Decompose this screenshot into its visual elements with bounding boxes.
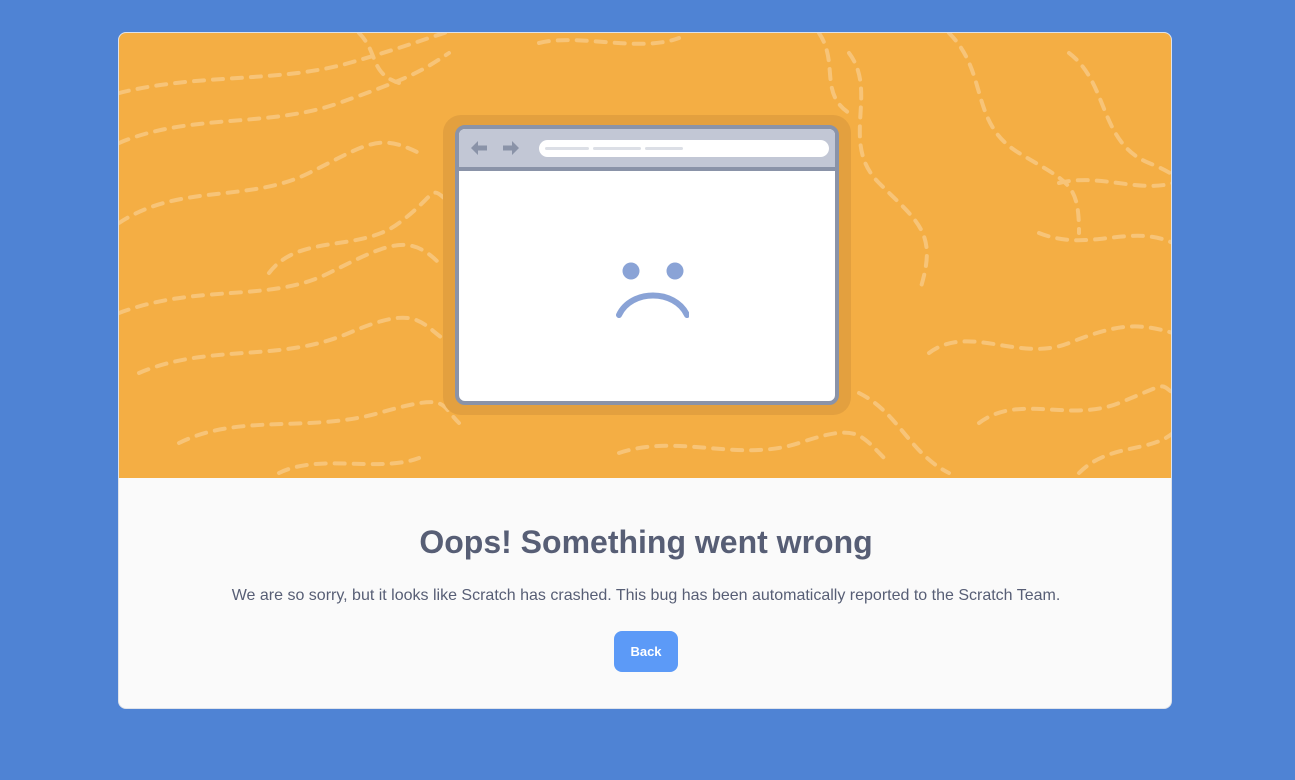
back-arrow-icon bbox=[471, 141, 487, 155]
error-message: We are so sorry, but it looks like Scrat… bbox=[231, 587, 1061, 604]
error-card: Oops! Something went wrong We are so sor… bbox=[118, 32, 1172, 709]
address-bar bbox=[539, 140, 829, 157]
crash-illustration bbox=[119, 33, 1171, 478]
back-button[interactable]: Back bbox=[614, 631, 678, 672]
forward-arrow-icon bbox=[503, 141, 519, 155]
sad-face-icon bbox=[616, 262, 689, 318]
browser-window-illustration bbox=[455, 125, 839, 405]
error-content: Oops! Something went wrong We are so sor… bbox=[119, 478, 1171, 708]
error-title: Oops! Something went wrong bbox=[419, 524, 873, 560]
browser-toolbar bbox=[459, 129, 835, 171]
